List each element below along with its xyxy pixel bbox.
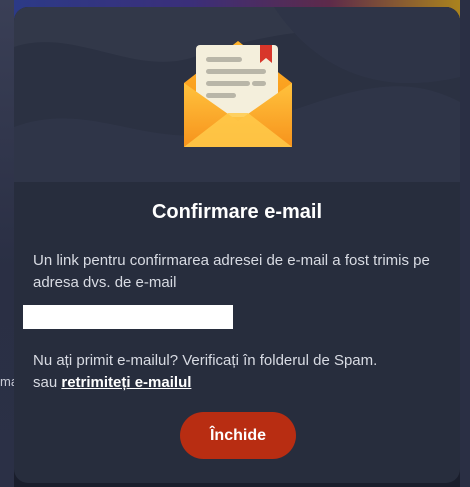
redacted-email-address [23, 305, 233, 329]
resend-email-link[interactable]: retrimiteți e-mailul [61, 374, 191, 391]
spam-hint-text: Nu ați primit e-mailul? Verificați în fo… [33, 352, 378, 369]
background-text-fragment: ma [0, 374, 14, 389]
spam-hint-block: Nu ați primit e-mailul? Verificați în fo… [33, 350, 448, 394]
modal-header-art [14, 7, 460, 182]
resend-prefix: sau [33, 374, 58, 391]
confirmation-message: Un link pentru confirmarea adresei de e-… [33, 252, 430, 291]
background-right-panel [460, 0, 470, 487]
modal-title: Confirmare e-mail [151, 201, 323, 223]
open-envelope-letter-icon [182, 35, 294, 150]
email-confirmation-modal: Confirmare e-mail Un link pentru confirm… [14, 7, 460, 483]
background-left-panel [0, 0, 14, 487]
close-button[interactable]: Închide [180, 412, 296, 459]
